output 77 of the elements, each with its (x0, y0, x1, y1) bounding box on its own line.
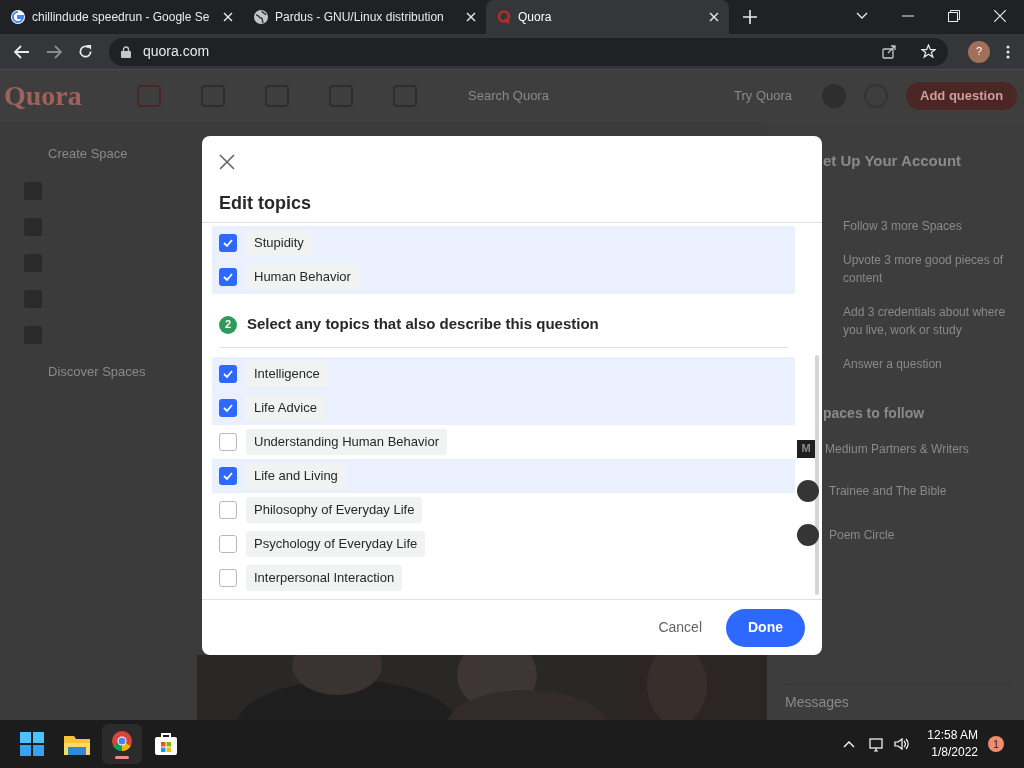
url-text: quora.com (143, 42, 211, 61)
task-text[interactable]: Follow 3 more Spaces (843, 216, 1010, 235)
topic-label[interactable]: Life Advice (246, 395, 325, 421)
share-icon[interactable] (882, 44, 897, 59)
checkmark-icon (222, 470, 234, 482)
reload-icon[interactable] (78, 44, 93, 59)
cancel-button[interactable]: Cancel (654, 608, 706, 647)
star-icon[interactable] (921, 44, 936, 59)
forward-icon[interactable] (46, 44, 62, 59)
new-tab-icon[interactable] (743, 10, 757, 24)
checkbox[interactable] (219, 365, 237, 383)
network-icon[interactable] (869, 736, 886, 752)
checkbox[interactable] (219, 268, 237, 286)
profile-avatar[interactable]: ? (968, 40, 990, 63)
add-question-button[interactable]: Add question (906, 82, 1018, 110)
checkmark-icon (222, 402, 234, 414)
chevron-up-icon[interactable] (843, 740, 856, 748)
folder-icon[interactable] (64, 733, 90, 755)
quora-icon (496, 9, 512, 25)
windows-start-icon[interactable] (20, 732, 44, 756)
checkbox[interactable] (219, 433, 237, 451)
close-icon[interactable] (219, 154, 235, 170)
browser-icon (111, 729, 133, 752)
topic-label[interactable]: Intelligence (246, 361, 328, 387)
checkbox[interactable] (219, 234, 237, 252)
section-title: paces to follow (823, 403, 926, 423)
topic-label[interactable]: Life and Living (246, 463, 346, 489)
restore-icon[interactable] (948, 10, 960, 22)
back-icon[interactable] (14, 44, 30, 59)
checkbox[interactable] (219, 535, 237, 553)
topic-label[interactable]: Human Behavior (246, 264, 359, 290)
store-icon[interactable] (154, 732, 178, 756)
lock-icon (121, 45, 131, 58)
scrollbar[interactable] (815, 355, 819, 595)
clock-date[interactable]: 1/8/2022 (931, 744, 978, 761)
space-name[interactable]: Poem Circle (829, 525, 895, 544)
checkmark-icon (222, 368, 234, 380)
chevron-down-icon[interactable] (856, 12, 868, 20)
tab-title: Quora (518, 9, 553, 26)
sidebar-link[interactable]: Discover Spaces (24, 361, 197, 381)
space-name[interactable]: Medium Partners & Writers (825, 439, 969, 458)
tab-title: chillindude speedrun - Google Se (32, 9, 211, 26)
browser-tab[interactable]: Quora (486, 0, 729, 34)
panel-title: et Up Your Account (823, 151, 963, 171)
done-button[interactable]: Done (726, 608, 805, 647)
search-field[interactable]: Search Quora (468, 86, 708, 106)
task-text[interactable]: Add 3 credentials about where you live, work or study (843, 302, 1010, 339)
task-text[interactable]: Upvote 3 more good pieces of content (843, 250, 1010, 287)
topic-label[interactable]: Psychology of Everyday Life (246, 531, 426, 557)
active-indicator (115, 755, 129, 759)
tab-title: Pardus - GNU/Linux distribution (275, 9, 445, 26)
clock-time[interactable]: 12:58 AM (927, 727, 978, 744)
try-link[interactable]: Try Quora (734, 86, 793, 106)
topic-label[interactable]: Stupidity (246, 230, 312, 256)
messages-label[interactable]: Messages (785, 692, 1010, 713)
step-title: Select any topics that also describe this question (247, 314, 599, 335)
dialog-title: Edit topics (219, 192, 312, 215)
notification-badge[interactable]: 1 (988, 736, 1004, 752)
task-text[interactable]: Answer a question (843, 354, 1010, 373)
space-name[interactable]: Trainee and The Bible (829, 481, 947, 500)
checkmark-icon (222, 237, 234, 249)
volume-icon[interactable] (893, 736, 910, 752)
checkmark-icon (222, 271, 234, 283)
step-badge: 2 (219, 315, 237, 334)
sidebar-link[interactable]: Create Space (24, 144, 197, 164)
topic-label[interactable]: Interpersonal Interaction (246, 565, 403, 591)
topic-label[interactable]: Philosophy of Everyday Life (246, 497, 423, 523)
menu-icon[interactable] (1006, 44, 1010, 59)
chrome-taskbar-button[interactable] (102, 724, 142, 764)
checkbox[interactable] (219, 569, 237, 587)
address-bar[interactable]: quora.com (109, 37, 948, 66)
checkbox[interactable] (219, 399, 237, 417)
globe-icon (253, 9, 269, 25)
topic-label[interactable]: Understanding Human Behavior (246, 429, 447, 455)
checkbox[interactable] (219, 467, 237, 485)
google-icon (10, 9, 26, 25)
checkbox[interactable] (219, 501, 237, 519)
